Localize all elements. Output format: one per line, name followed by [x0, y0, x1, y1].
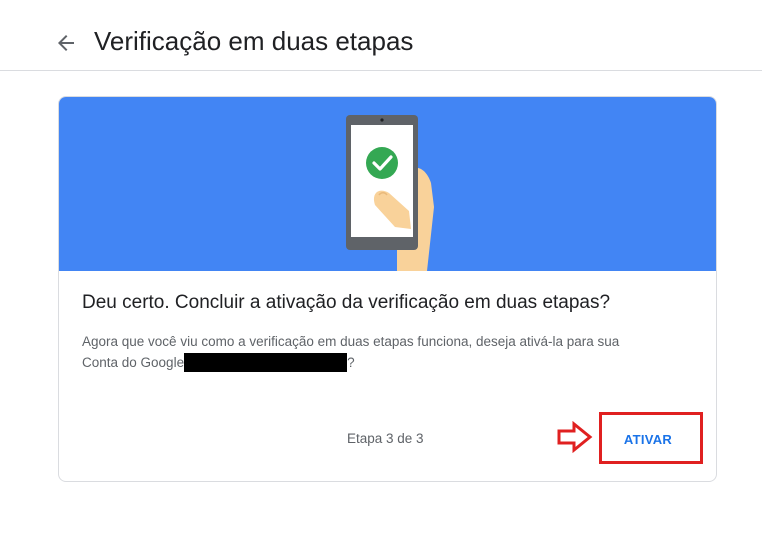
- activate-highlight-box: [599, 412, 703, 464]
- card-heading: Deu certo. Concluir a ativação da verifi…: [82, 292, 611, 313]
- step-indicator: Etapa 3 de 3: [347, 431, 424, 446]
- page-header: Verificação em duas etapas: [0, 0, 762, 71]
- description-line-2-suffix: ?: [347, 355, 355, 370]
- back-button[interactable]: [54, 31, 78, 55]
- arrow-back-icon: [58, 35, 74, 51]
- phone-check-illustration: [59, 97, 716, 271]
- card-description: Agora que você viu como a verificação em…: [82, 331, 682, 373]
- description-line-1: Agora que você viu como a verificação em…: [82, 334, 620, 349]
- page-title: Verificação em duas etapas: [94, 26, 414, 56]
- redacted-account: [184, 353, 348, 372]
- description-line-2-prefix: Conta do Google: [82, 355, 185, 370]
- arrow-right-icon: [557, 421, 593, 453]
